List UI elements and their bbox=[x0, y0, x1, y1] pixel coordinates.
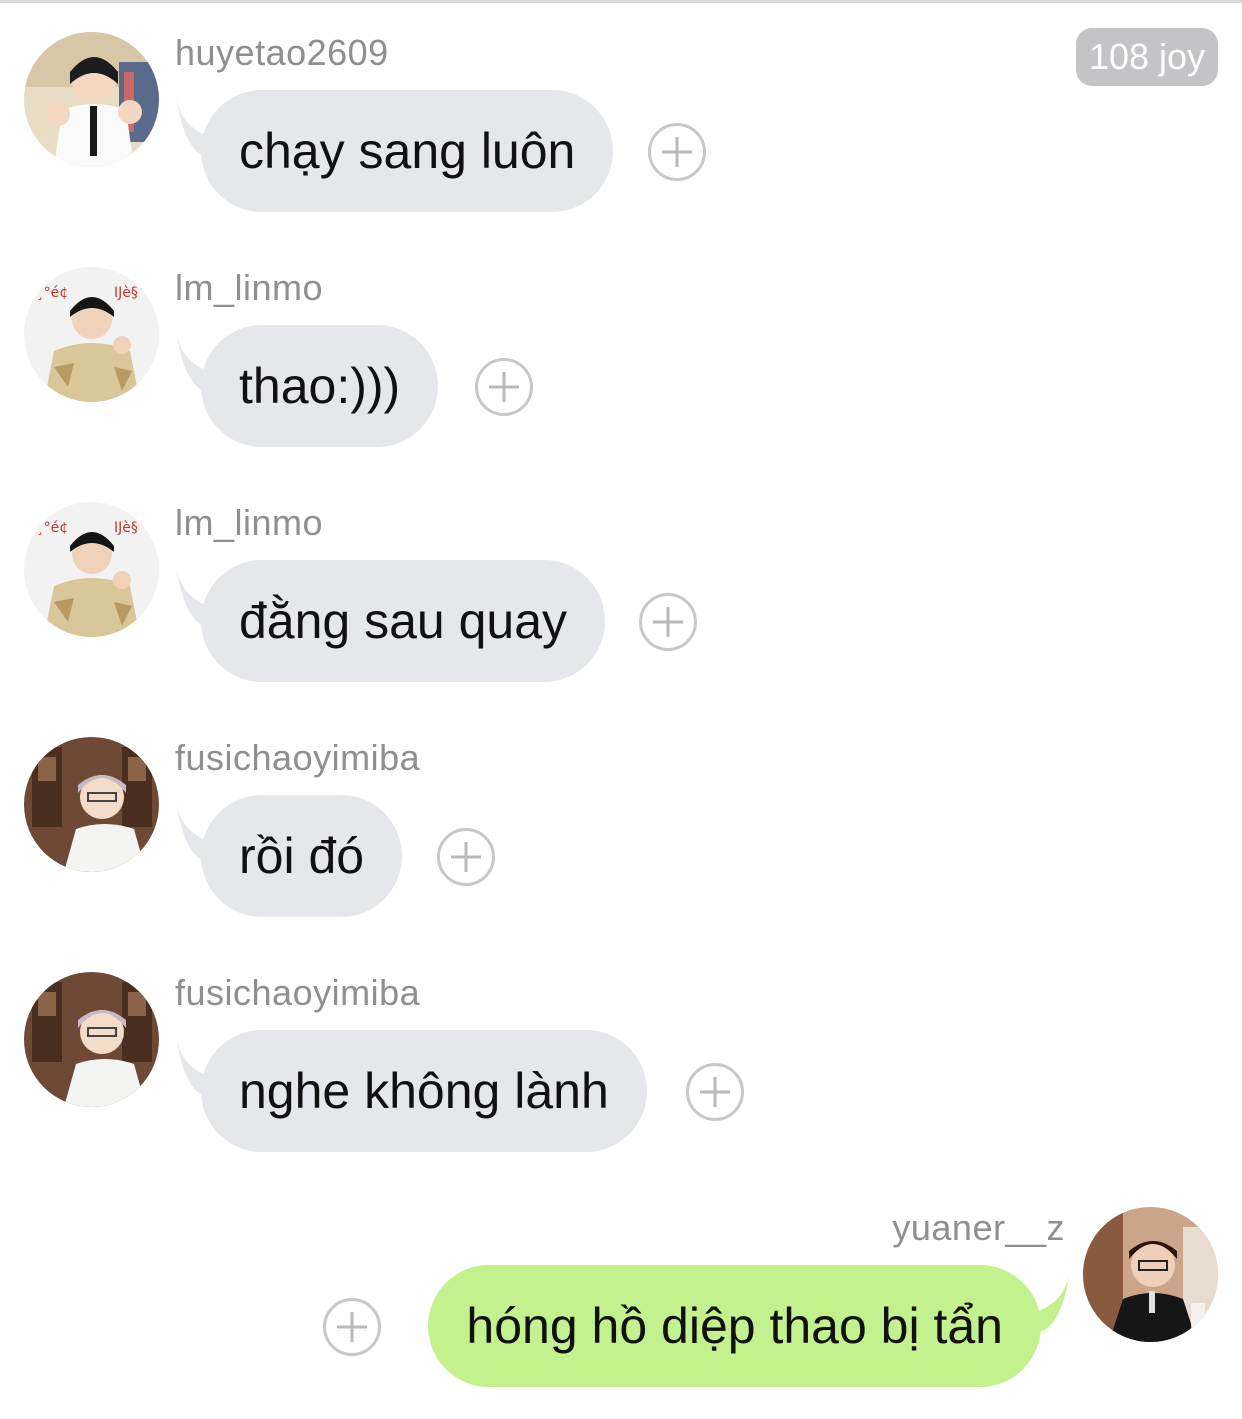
message-bubble[interactable]: nghe không lành bbox=[201, 1030, 647, 1152]
svg-text:ä¸°é¢: ä¸°é¢ bbox=[28, 285, 68, 301]
username[interactable]: yuaner__z bbox=[892, 1207, 1065, 1249]
message-row: yuaner__z hóng hồ diệp thao bị tẩn bbox=[0, 1175, 1242, 1405]
username[interactable]: lm_linmo bbox=[175, 267, 323, 309]
avatar-fusichaoyimiba-icon[interactable] bbox=[24, 737, 159, 872]
message-row: ä¸°é¢ IJè§ lm_linmo thao:))) bbox=[0, 235, 1242, 465]
svg-text:IJè§: IJè§ bbox=[114, 285, 138, 301]
message-bubble[interactable]: hóng hồ diệp thao bị tẩn bbox=[428, 1265, 1041, 1387]
avatar-lm-linmo-icon[interactable]: ä¸°é¢ IJè§ bbox=[24, 502, 159, 637]
svg-text:IJè§: IJè§ bbox=[114, 520, 138, 536]
username[interactable]: fusichaoyimiba bbox=[175, 972, 420, 1014]
message-bubble[interactable]: rồi đó bbox=[201, 795, 403, 917]
avatar-lm-linmo-icon[interactable]: ä¸°é¢ IJè§ bbox=[24, 267, 159, 402]
message-bubble[interactable]: thao:))) bbox=[201, 325, 439, 447]
username[interactable]: fusichaoyimiba bbox=[175, 737, 420, 779]
svg-text:ä¸°é¢: ä¸°é¢ bbox=[28, 520, 68, 536]
message-row: fusichaoyimiba rồi đó bbox=[0, 705, 1242, 935]
add-reaction-button[interactable] bbox=[648, 123, 706, 181]
username[interactable]: huyetao2609 bbox=[175, 32, 389, 74]
message-bubble[interactable]: đằng sau quay bbox=[201, 560, 606, 682]
message-bubble[interactable]: chạy sang luôn bbox=[201, 90, 614, 212]
add-reaction-button[interactable] bbox=[686, 1063, 744, 1121]
add-reaction-button[interactable] bbox=[639, 593, 697, 651]
avatar-fusichaoyimiba-icon[interactable] bbox=[24, 972, 159, 1107]
add-reaction-button[interactable] bbox=[475, 358, 533, 416]
avatar-yuaner-z-icon[interactable] bbox=[1083, 1207, 1218, 1342]
add-reaction-button[interactable] bbox=[323, 1298, 381, 1356]
message-row: fusichaoyimiba nghe không lành bbox=[0, 940, 1242, 1170]
username[interactable]: lm_linmo bbox=[175, 502, 323, 544]
message-row: ä¸°é¢ IJè§ lm_linmo đằng sau quay bbox=[0, 470, 1242, 700]
message-row: huyetao2609 chạy sang luôn bbox=[0, 0, 1242, 230]
add-reaction-button[interactable] bbox=[437, 828, 495, 886]
avatar-huyetao2609-icon[interactable] bbox=[24, 32, 159, 167]
